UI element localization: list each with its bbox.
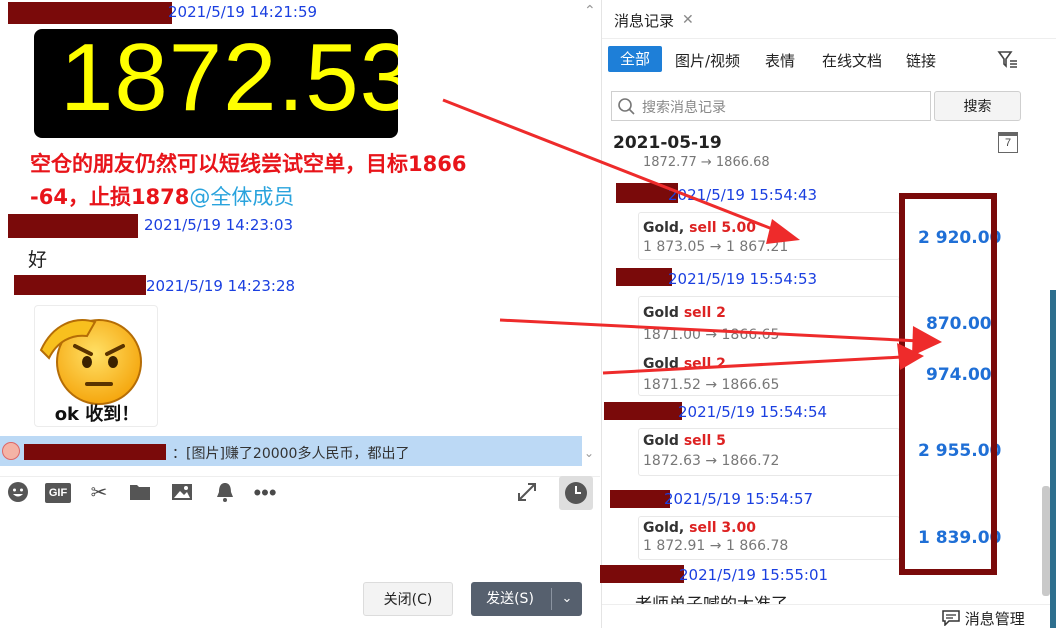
arrow-to-third-trade — [602, 343, 924, 375]
arrow-to-second-trade — [499, 318, 942, 356]
arrow-to-first-trade — [442, 98, 800, 244]
annotation-arrows — [442, 98, 942, 375]
